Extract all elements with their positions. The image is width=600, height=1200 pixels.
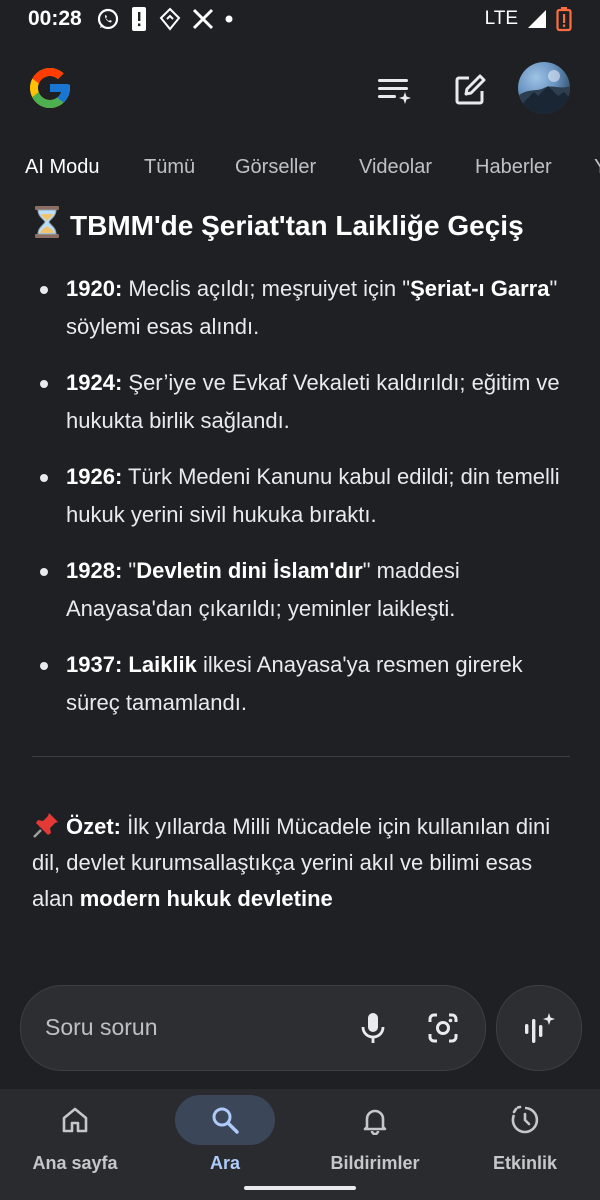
alert-icon xyxy=(132,7,146,31)
status-bar: 00:28 LTE xyxy=(0,0,600,38)
voice-search-button[interactable] xyxy=(353,1008,393,1048)
whatsapp-icon xyxy=(97,8,119,30)
item-text: " xyxy=(122,558,137,583)
item-year: 1924: xyxy=(66,370,123,395)
tab-overflow[interactable]: Y xyxy=(594,156,600,179)
nav-pill xyxy=(25,1095,125,1145)
tab-tumu[interactable]: Tümü xyxy=(144,156,195,179)
nav-pill xyxy=(175,1095,275,1145)
bottom-navigation: Ana sayfa Ara Bildirimler Etkinlik xyxy=(0,1089,600,1200)
nav-search[interactable]: Ara xyxy=(150,1089,300,1189)
search-icon xyxy=(212,1107,239,1134)
list-item: 1920: Meclis açıldı; meşruiyet için "Şer… xyxy=(32,270,572,346)
list-item: 1928: "Devletin dini İslam'dır" maddesi … xyxy=(32,552,572,628)
status-icons-left xyxy=(96,6,234,32)
nav-pill xyxy=(325,1095,425,1145)
item-year: 1926: xyxy=(66,464,123,489)
nav-activity[interactable]: Etkinlik xyxy=(450,1089,600,1189)
nav-notifications[interactable]: Bildirimler xyxy=(300,1089,450,1189)
nav-search-label: Ara xyxy=(209,1153,240,1173)
nav-home-label: Ana sayfa xyxy=(32,1153,118,1173)
lens-button[interactable] xyxy=(423,1008,463,1048)
activity-icon xyxy=(511,1105,539,1134)
nav-notifications-label: Bildirimler xyxy=(330,1153,420,1173)
app-header xyxy=(0,52,600,124)
timeline-list: 1920: Meclis açıldı; meşruiyet için "Şer… xyxy=(32,270,572,722)
item-text: Türk Medeni Kanunu kabul edildi; din tem… xyxy=(66,464,560,527)
nav-activity-label: Etkinlik xyxy=(492,1153,558,1173)
pushpin-icon xyxy=(33,813,58,838)
ask-input-bar[interactable]: Soru sorun xyxy=(20,985,486,1071)
item-text: Meclis açıldı; meşruiyet için " xyxy=(122,276,411,301)
edit-icon xyxy=(455,74,486,105)
x-icon xyxy=(192,8,214,30)
ask-input-placeholder[interactable]: Soru sorun xyxy=(45,1014,158,1041)
divider xyxy=(32,756,570,757)
list-item: 1937: Laiklik ilkesi Anayasa'ya resmen g… xyxy=(32,646,572,722)
status-icons-right: LTE xyxy=(485,6,572,32)
ai-mode-live-button[interactable] xyxy=(496,985,582,1071)
dot-icon xyxy=(225,15,233,23)
tab-videolar[interactable]: Videolar xyxy=(359,156,432,179)
sparkle-wave-icon xyxy=(525,1013,555,1043)
item-year: 1920: xyxy=(66,276,123,301)
network-type: LTE xyxy=(484,8,518,29)
mic-icon xyxy=(361,1013,385,1043)
google-logo[interactable] xyxy=(26,64,74,112)
item-bold: Devletin dini İslam'dır xyxy=(136,558,363,583)
ai-answer: TBMM'de Şeriat'tan Laikliğe Geçiş 1920: … xyxy=(32,198,572,917)
history-sparkle-icon xyxy=(378,79,411,104)
home-icon xyxy=(62,1107,88,1133)
nav-home[interactable]: Ana sayfa xyxy=(0,1089,150,1189)
summary: Özet: İlk yıllarda Milli Mücadele için k… xyxy=(32,809,572,917)
item-bold: Laiklik xyxy=(128,652,197,677)
answer-title-text: TBMM'de Şeriat'tan Laikliğe Geçiş xyxy=(70,210,524,241)
battery-low-icon xyxy=(556,7,572,32)
item-year: 1928: xyxy=(66,558,123,583)
item-bold: Şeriat-ı Garra xyxy=(410,276,550,301)
list-item: 1926: Türk Medeni Kanunu kabul edildi; d… xyxy=(32,458,572,534)
item-year: 1937: xyxy=(66,652,123,677)
tab-ai-modu[interactable]: AI Modu xyxy=(25,156,99,179)
avatar-image xyxy=(518,70,570,114)
item-text: Şer’iye ve Evkaf Vekaleti kaldırıldı; eğ… xyxy=(66,370,560,433)
answer-title: TBMM'de Şeriat'tan Laikliğe Geçiş xyxy=(32,204,572,248)
history-button[interactable] xyxy=(374,70,414,110)
home-indicator[interactable] xyxy=(244,1186,356,1190)
summary-label: Özet: xyxy=(66,814,121,839)
list-item: 1924: Şer’iye ve Evkaf Vekaleti kaldırıl… xyxy=(32,364,572,440)
tab-gorseller[interactable]: Görseller xyxy=(235,156,316,179)
edit-button[interactable] xyxy=(450,70,490,110)
lens-icon xyxy=(428,1013,458,1043)
search-tabs: AI Modu Tümü Görseller Videolar Haberler… xyxy=(0,146,600,190)
nav-pill xyxy=(475,1095,575,1145)
signal-icon xyxy=(528,10,546,28)
tab-haberler[interactable]: Haberler xyxy=(475,156,552,179)
bell-icon xyxy=(363,1109,387,1135)
summary-bold: modern hukuk devletine xyxy=(79,886,333,911)
hourglass-icon xyxy=(35,206,59,238)
avatar[interactable] xyxy=(518,62,570,114)
status-time: 00:28 xyxy=(28,7,82,30)
notification-icon xyxy=(159,7,181,31)
